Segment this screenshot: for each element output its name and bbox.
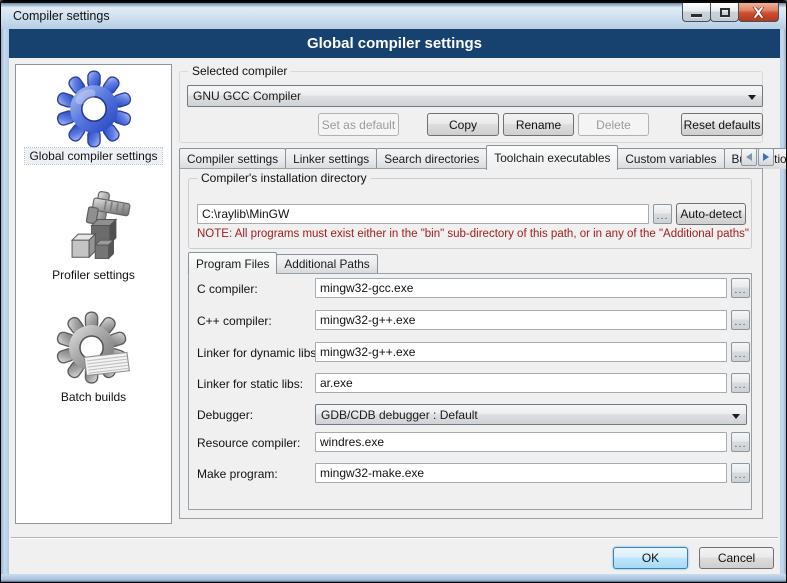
window-frame-bottom: [1, 574, 787, 583]
dialog-header: Global compiler settings: [9, 29, 780, 58]
arrow-left-icon: [746, 153, 752, 161]
copy-button[interactable]: Copy: [427, 113, 499, 136]
tab-linker-settings[interactable]: Linker settings: [285, 148, 377, 169]
installation-directory-group-label: Compiler's installation directory: [197, 171, 371, 185]
minimize-icon: [691, 14, 702, 17]
blue-gear-icon: [55, 70, 133, 148]
gray-gear-papers-icon: [55, 311, 133, 389]
field-label: Linker for dynamic libs:: [197, 346, 320, 360]
tab-scroll-right-button[interactable]: [758, 148, 774, 166]
settings-tabbar: Compiler settings Linker settings Search…: [179, 145, 787, 169]
sidebar-item-label: Profiler settings: [48, 267, 139, 283]
settings-category-list: Global compiler settings: [15, 64, 172, 524]
tab-search-directories[interactable]: Search directories: [376, 148, 487, 169]
field-label: Resource compiler:: [197, 436, 300, 450]
dialog-client: Global compiler settings: [9, 58, 780, 574]
reset-defaults-button[interactable]: Reset defaults: [681, 113, 763, 136]
maximize-button[interactable]: [710, 3, 739, 22]
sidebar-item-profiler-settings[interactable]: Profiler settings: [16, 189, 171, 283]
installation-directory-browse-button[interactable]: ...: [653, 204, 672, 224]
dynamic-linker-browse-button[interactable]: ...: [731, 342, 750, 362]
resource-compiler-browse-button[interactable]: ...: [731, 432, 750, 452]
caliper-cubes-icon: [55, 189, 133, 267]
make-program-input[interactable]: [315, 463, 727, 483]
arrow-right-icon: [763, 153, 769, 161]
subtab-additional-paths[interactable]: Additional Paths: [276, 254, 377, 273]
tab-compiler-settings[interactable]: Compiler settings: [179, 148, 286, 169]
field-label: C++ compiler:: [197, 314, 272, 328]
tab-toolchain-executables[interactable]: Toolchain executables: [486, 145, 618, 170]
titlebar: Compiler settings: [1, 1, 787, 29]
maximize-icon: [720, 8, 730, 17]
close-button[interactable]: [738, 3, 779, 22]
tab-custom-variables[interactable]: Custom variables: [617, 148, 724, 169]
sidebar-item-batch-builds[interactable]: Batch builds: [16, 311, 171, 405]
compiler-select[interactable]: GNU GCC Compiler: [187, 85, 763, 107]
field-label: Linker for static libs:: [197, 377, 303, 391]
paths-tabbar: Program Files Additional Paths: [188, 251, 378, 273]
dynamic-linker-input[interactable]: [315, 342, 727, 362]
auto-detect-button[interactable]: Auto-detect: [676, 203, 746, 225]
c-compiler-browse-button[interactable]: ...: [731, 278, 750, 298]
set-as-default-button[interactable]: Set as default: [318, 113, 399, 136]
caption-buttons: [683, 3, 779, 22]
debugger-select[interactable]: GDB/CDB debugger : Default: [315, 404, 747, 425]
tab-scroll-left-button[interactable]: [741, 148, 757, 166]
cpp-compiler-browse-button[interactable]: ...: [731, 310, 750, 330]
c-compiler-input[interactable]: [315, 278, 727, 298]
minimize-button[interactable]: [682, 3, 711, 22]
sidebar-item-global-compiler-settings[interactable]: Global compiler settings: [16, 70, 171, 164]
window-title: Compiler settings: [13, 9, 110, 23]
chevron-down-icon: [732, 414, 740, 419]
compiler-settings-window: Compiler settings Global compiler settin…: [0, 0, 787, 583]
make-program-browse-button[interactable]: ...: [731, 463, 750, 483]
subtab-program-files[interactable]: Program Files: [188, 252, 277, 274]
static-linker-browse-button[interactable]: ...: [731, 373, 750, 393]
field-label: Debugger:: [197, 408, 253, 422]
footer-divider: [11, 537, 778, 539]
compiler-select-value: GNU GCC Compiler: [193, 89, 301, 103]
installation-directory-input[interactable]: [197, 204, 649, 224]
cancel-button[interactable]: Cancel: [699, 547, 774, 569]
field-label: C compiler:: [197, 282, 258, 296]
rename-button[interactable]: Rename: [503, 113, 574, 136]
resource-compiler-input[interactable]: [315, 432, 727, 452]
selected-compiler-group-label: Selected compiler: [188, 64, 291, 78]
sidebar-item-label: Global compiler settings: [25, 148, 161, 164]
delete-button[interactable]: Delete: [578, 113, 649, 136]
dialog-header-title: Global compiler settings: [307, 35, 482, 52]
static-linker-input[interactable]: [315, 373, 727, 393]
cpp-compiler-input[interactable]: [315, 310, 727, 330]
sidebar-item-label: Batch builds: [57, 389, 130, 405]
ok-button[interactable]: OK: [613, 547, 688, 569]
window-frame-left: [1, 29, 9, 574]
chevron-down-icon: [748, 95, 756, 100]
installation-note: NOTE: All programs must exist either in …: [197, 228, 749, 240]
close-icon: [752, 7, 765, 18]
field-label: Make program:: [197, 467, 278, 481]
